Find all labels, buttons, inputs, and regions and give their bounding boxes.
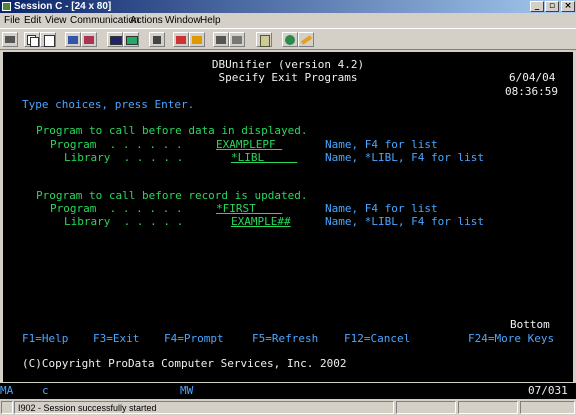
instructions: Type choices, press Enter. xyxy=(22,98,195,111)
menu-help[interactable]: Help xyxy=(200,13,221,28)
send-icon[interactable] xyxy=(65,32,81,47)
section2-heading: Program to call before record is updated… xyxy=(36,189,308,202)
menu-view[interactable]: View xyxy=(45,13,67,28)
menu-edit[interactable]: Edit xyxy=(24,13,41,28)
section1-program-field[interactable]: EXAMPLEPF xyxy=(216,139,282,151)
display-icon[interactable] xyxy=(107,32,123,47)
settings-icon[interactable] xyxy=(229,32,245,47)
fkey-exit[interactable]: F3=Exit xyxy=(93,333,139,345)
section2-library-label: Library . . . . . xyxy=(64,215,184,228)
section2-program-field[interactable]: *FIRST xyxy=(216,203,282,215)
minimize-button[interactable]: _ xyxy=(530,1,544,12)
session-icon xyxy=(2,2,11,11)
fkey-prompt[interactable]: F4=Prompt xyxy=(164,333,224,345)
time: 08:36:59 xyxy=(505,85,558,98)
status-message: I902 - Session successfully started xyxy=(14,401,394,414)
status-pane-4 xyxy=(520,401,575,414)
cursor-position: 07/031 xyxy=(528,384,568,397)
status-pane-3 xyxy=(458,401,518,414)
menu-file[interactable]: File xyxy=(4,13,20,28)
oia-line: MA c MW 07/031 xyxy=(0,383,576,399)
toolbar xyxy=(0,28,576,50)
section1-heading: Program to call before data in displayed… xyxy=(36,124,308,137)
screen-title: Specify Exit Programs xyxy=(218,71,358,84)
section2-library-field[interactable]: EXAMPLE## xyxy=(231,216,291,228)
menu-bar: File Edit View Communication Actions Win… xyxy=(0,13,576,28)
section1-library-field[interactable]: *LIBL xyxy=(231,152,297,164)
section1-library-hint: Name, *LIBL, F4 for list xyxy=(325,151,484,164)
section1-program-label: Program . . . . . . xyxy=(50,138,183,151)
section2-program-hint: Name, F4 for list xyxy=(325,202,438,215)
app-title: DBUnifier (version 4.2) xyxy=(211,58,365,71)
receive-icon[interactable] xyxy=(81,32,97,47)
clipboard-icon[interactable] xyxy=(256,32,272,47)
keypad-icon[interactable] xyxy=(123,32,139,47)
window-title-bar: Session C - [24 x 80] _ ▫ × xyxy=(0,0,576,13)
copyright: (C)Copyright ProData Computer Services, … xyxy=(22,357,347,370)
section1-library-label: Library . . . . . xyxy=(64,151,184,164)
copy-icon[interactable] xyxy=(24,32,40,47)
date: 6/04/04 xyxy=(509,71,556,84)
fkey-help[interactable]: F1=Help xyxy=(22,333,68,345)
macro-icon[interactable] xyxy=(149,32,165,47)
section2-program-label: Program . . . . . . xyxy=(50,202,183,215)
fkey-refresh[interactable]: F5=Refresh xyxy=(252,333,318,345)
status-pane-2 xyxy=(396,401,456,414)
status-icon xyxy=(1,401,13,414)
status-bar: I902 - Session successfully started xyxy=(0,400,576,415)
oia-indicator: c xyxy=(42,384,49,397)
paste-icon[interactable] xyxy=(40,32,56,47)
menu-actions[interactable]: Actions xyxy=(130,13,163,28)
menu-window[interactable]: Window xyxy=(165,13,201,28)
fkey-cancel[interactable]: F12=Cancel xyxy=(344,333,410,345)
oia-mode: MW xyxy=(180,384,194,397)
edit-icon[interactable] xyxy=(298,32,314,47)
play-icon[interactable] xyxy=(189,32,205,47)
print-screen-icon[interactable] xyxy=(2,32,18,47)
close-button[interactable]: × xyxy=(561,1,575,12)
stop-icon[interactable] xyxy=(213,32,229,47)
section1-program-hint: Name, F4 for list xyxy=(325,138,438,151)
fkey-more-keys[interactable]: F24=More Keys xyxy=(468,333,554,345)
window-title: Session C - [24 x 80] xyxy=(14,1,112,12)
terminal-screen[interactable]: DBUnifier (version 4.2) Specify Exit Pro… xyxy=(3,52,573,382)
oia-left: MA xyxy=(0,384,14,397)
record-icon[interactable] xyxy=(173,32,189,47)
restore-button[interactable]: ▫ xyxy=(545,1,559,12)
globe-icon[interactable] xyxy=(282,32,298,47)
section2-library-hint: Name, *LIBL, F4 for list xyxy=(325,215,484,228)
bottom-indicator: Bottom xyxy=(510,318,550,331)
